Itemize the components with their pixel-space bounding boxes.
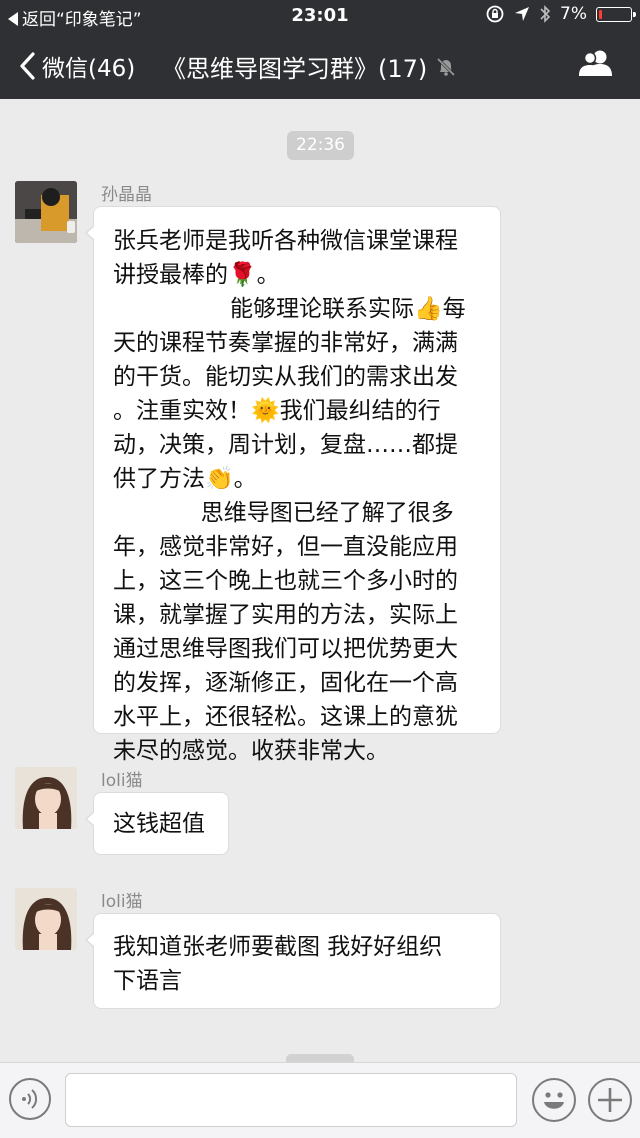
message-bubble[interactable]: 我知道张老师要截图 我好好组织 下语言 [85,913,501,1009]
message-line: 供了方法👏。 [113,466,257,492]
avatar[interactable] [15,888,77,950]
message-line: 课，就掌握了实用的方法，实际上 [113,602,458,628]
emoji-icon [544,1092,564,1109]
back-label: 微信(46) [42,56,136,82]
message-line: 张兵老师是我听各种微信课堂课程 [113,228,458,254]
back-button[interactable]: 微信(46) [18,49,135,83]
message-line: 的干货。能切实从我们的需求出发 [113,364,458,390]
nav-bar: 微信(46) 《思维导图学习群》(17) [0,32,640,99]
sender-name: 孙晶晶 [101,185,152,205]
message-line: 天的课程节奏掌握的非常好，满满 [113,330,458,356]
message-line: 下语言 [113,968,182,994]
message-line: 未尽的感觉。收获非常大。 [113,738,389,764]
message-line: 思维导图已经了解了很多 [113,500,454,526]
avatar-image [15,888,77,950]
message-bubble[interactable]: 这钱超值 [85,792,229,855]
voice-button[interactable] [9,1078,51,1120]
input-bar [0,1062,640,1138]
location-icon [515,7,530,21]
sender-name: loli猫 [101,771,143,791]
message-line: 上，这三个晚上也就三个多小时的 [113,568,458,594]
voice-icon [22,1089,38,1109]
message-line: 讲授最棒的🌹。 [113,262,280,288]
sender-name: loli猫 [101,892,143,912]
message-line: 这钱超值 [113,811,205,837]
message-line: 通过思维导图我们可以把优势更大 [113,636,458,662]
message-line: 的发挥，逐渐修正，固化在一个高 [113,670,458,696]
members-icon [579,50,612,76]
top-bar: 返回“印象笔记” 23:01 7% 微信(46) 《思维导图学习群》(17) [0,0,640,99]
battery-icon [596,6,636,22]
chat-timestamp: 22:36 [287,131,354,160]
message-line: 能够理论联系实际👍每 [113,296,466,322]
orientation-lock-icon [486,5,504,23]
message-input[interactable] [65,1073,517,1127]
message-line: 年，感觉非常好，但一直没能应用 [113,534,458,560]
message-bubble[interactable]: 张兵老师是我听各种微信课堂课程 讲授最棒的🌹。 能够理论联系实际👍每 天的课程节… [85,206,501,764]
status-right: 7% [485,4,636,24]
chat-title-text: 《思维导图学习群》(17) [162,55,428,83]
members-button[interactable] [578,48,614,82]
message-line: 。注重实效！🌞我们最纠结的行 [113,398,441,424]
bluetooth-icon [540,5,551,23]
avatar[interactable] [15,767,77,829]
mute-icon [437,57,456,76]
message-line: 动，决策，周计划，复盘……都提 [113,432,458,458]
status-bar: 返回“印象笔记” 23:01 7% [0,0,640,32]
chevron-left-icon [20,52,35,80]
emoji-button[interactable] [532,1078,576,1122]
plus-icon [598,1088,622,1112]
avatar-image [15,181,77,243]
plus-button[interactable] [588,1078,632,1122]
avatar-image [15,767,77,829]
message-line: 我知道张老师要截图 我好好组织 [113,934,443,960]
chat-title: 《思维导图学习群》(17) [162,49,457,84]
avatar[interactable] [15,181,77,243]
battery-percent: 7% [560,4,587,24]
message-line: 水平上，还很轻松。这课上的意犹 [113,704,458,730]
